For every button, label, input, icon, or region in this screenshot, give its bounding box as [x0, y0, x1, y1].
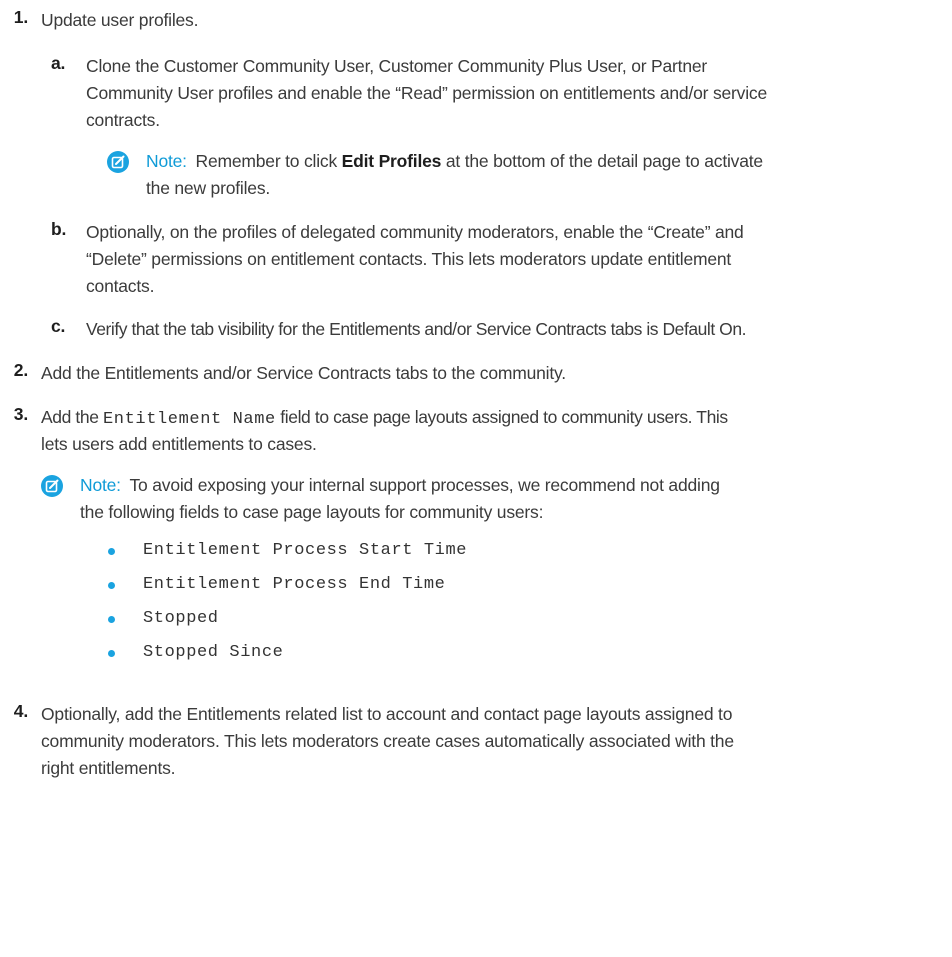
step-text-line: Add the Entitlement Name field to case p…: [41, 404, 728, 433]
step-text: Update user profiles.: [41, 10, 199, 30]
note-text-line: the following fields to case page layout…: [80, 502, 544, 522]
bullet-icon: [108, 582, 115, 589]
step-text-line: Optionally, add the Entitlements related…: [41, 704, 733, 724]
note-text: Remember to click: [195, 151, 342, 171]
step-number: 1.: [13, 7, 28, 27]
substep-letter: a.: [51, 53, 66, 73]
substep-text-line: Community User profiles and enable the “…: [86, 83, 767, 103]
bullet-icon: [108, 548, 115, 555]
field-list-item: Entitlement Process End Time: [143, 575, 446, 594]
step-number: 4.: [13, 701, 28, 721]
substep-letter: b.: [51, 219, 67, 239]
substep-text-line: Optionally, on the profiles of delegated…: [86, 222, 744, 242]
note-text-line: Note: Remember to click Edit Profiles at…: [146, 148, 763, 174]
entitlement-name-code: Entitlement Name: [103, 410, 276, 429]
substep-text-line: Clone the Customer Community User, Custo…: [86, 56, 708, 76]
note-text: To avoid exposing your internal support …: [129, 475, 720, 495]
substep-text-line: contacts.: [86, 276, 155, 296]
field-list-item: Stopped: [143, 609, 219, 628]
step-text-line: community moderators. This lets moderato…: [41, 731, 734, 751]
substep-letter: c.: [51, 316, 66, 336]
edit-profiles-bold: Edit Profiles: [341, 151, 442, 171]
step-number: 3.: [13, 404, 28, 424]
step-text: Add the: [41, 407, 103, 427]
substep-text-line: “Delete” permissions on entitlement cont…: [86, 249, 732, 269]
field-list-item: Entitlement Process Start Time: [143, 541, 468, 560]
substep-text-line: Verify that the tab visibility for the E…: [86, 319, 747, 339]
step-text: field to case page layouts assigned to c…: [275, 407, 728, 427]
bullet-icon: [108, 650, 115, 657]
step-text-line: lets users add entitlements to cases.: [41, 434, 317, 454]
edit-note-icon: [107, 151, 129, 173]
step-text: Add the Entitlements and/or Service Cont…: [41, 363, 566, 383]
edit-note-icon: [41, 475, 63, 497]
step-text-line: right entitlements.: [41, 758, 176, 778]
note-label: Note:: [80, 475, 121, 495]
note-text-line: Note: To avoid exposing your internal su…: [80, 472, 720, 498]
note-label: Note:: [146, 151, 187, 171]
substep-text-line: contracts.: [86, 110, 160, 130]
bullet-icon: [108, 616, 115, 623]
step-number: 2.: [13, 360, 28, 380]
field-list-item: Stopped Since: [143, 643, 284, 662]
note-text: at the bottom of the detail page to acti…: [441, 151, 763, 171]
note-text-line: the new profiles.: [146, 178, 271, 198]
